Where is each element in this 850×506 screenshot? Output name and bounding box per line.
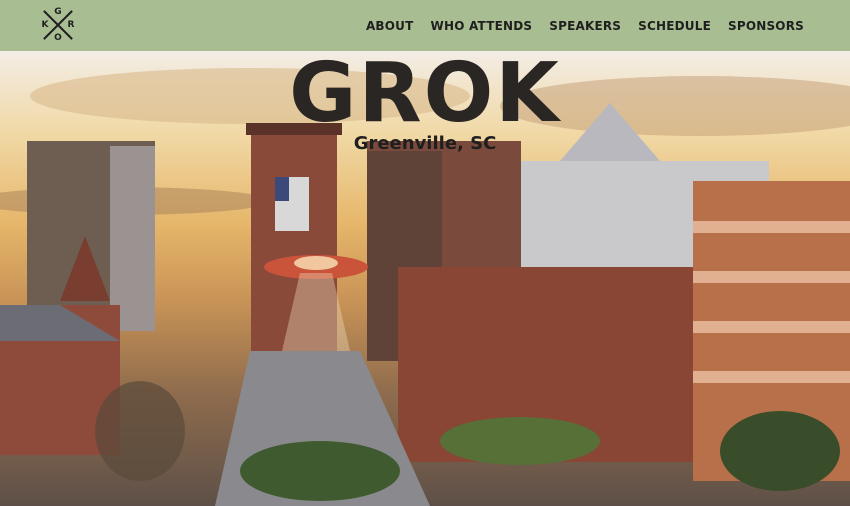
logo-letter-right: R — [65, 19, 77, 31]
logo-letter-top: G — [52, 6, 64, 18]
logo-letter-left: K — [39, 19, 51, 31]
hero-title: GROK — [289, 51, 561, 141]
grok-logo[interactable]: G R K O — [39, 6, 77, 44]
hero-banner: GROK Greenville, SC — [0, 51, 850, 506]
nav-about[interactable]: ABOUT — [366, 19, 414, 33]
nav-who-attends[interactable]: WHO ATTENDS — [431, 19, 533, 33]
nav-sponsors[interactable]: SPONSORS — [728, 19, 804, 33]
logo-letter-bottom: O — [52, 32, 64, 44]
nav-schedule[interactable]: SCHEDULE — [638, 19, 711, 33]
main-nav: ABOUT WHO ATTENDS SPEAKERS SCHEDULE SPON… — [366, 0, 804, 51]
site-header: G R K O ABOUT WHO ATTENDS SPEAKERS SCHED… — [0, 0, 850, 51]
hero-subtitle: Greenville, SC — [353, 133, 497, 154]
nav-speakers[interactable]: SPEAKERS — [549, 19, 621, 33]
